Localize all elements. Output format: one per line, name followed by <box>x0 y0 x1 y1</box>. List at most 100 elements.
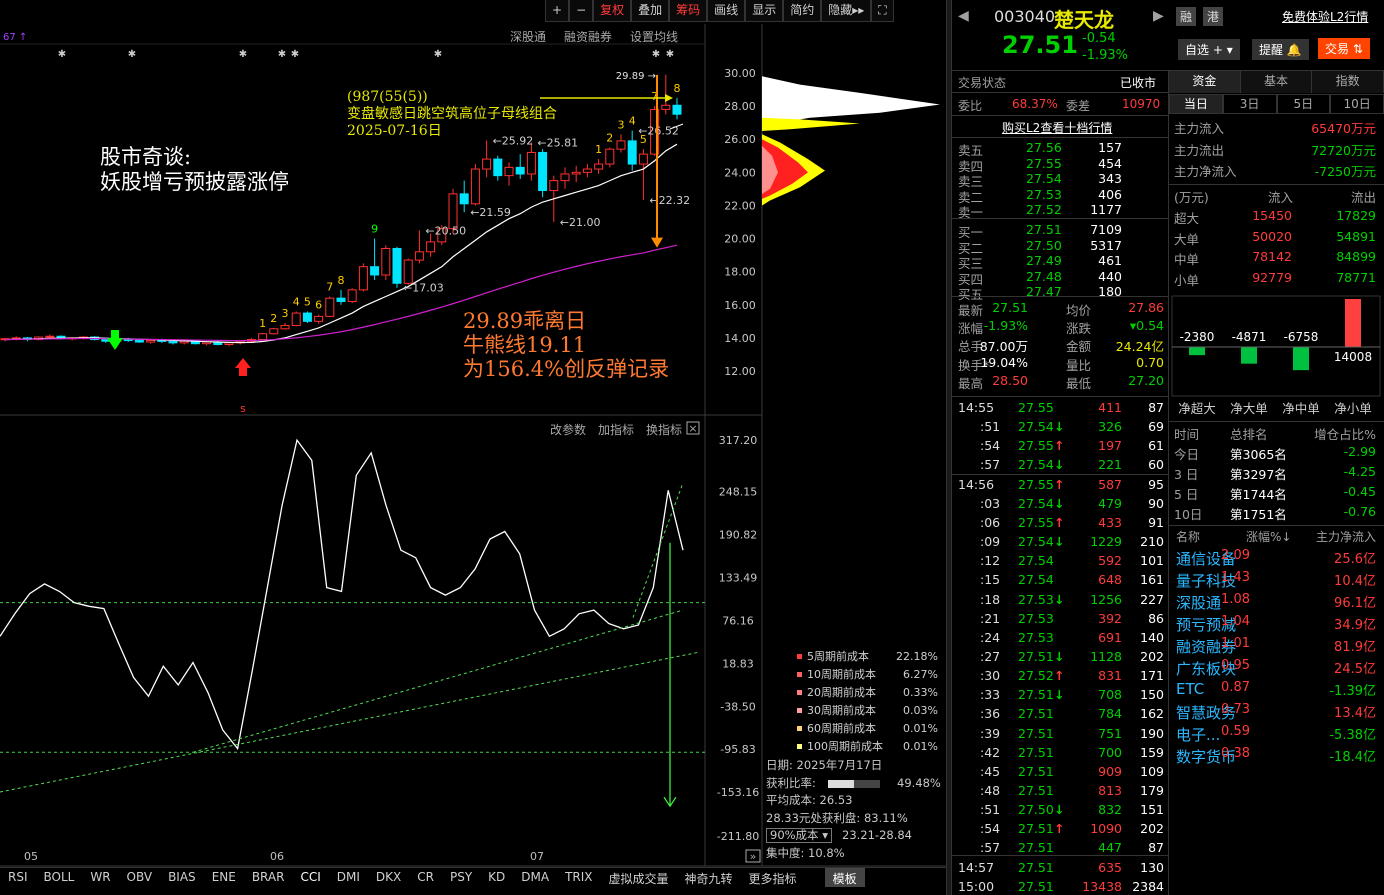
period-tab-3[interactable]: 10日 <box>1330 94 1384 114</box>
sector-row[interactable]: 智慧政务 0.73 13.4亿 <box>1174 702 1380 723</box>
sector-h-pct[interactable]: 涨幅%↓ <box>1246 528 1291 545</box>
edit-params-link[interactable]: 改参数 <box>550 421 586 438</box>
chip-button[interactable]: 筹码 <box>669 0 708 22</box>
down-arrow-icon: ↓ <box>1054 534 1065 550</box>
sector-row[interactable]: 量子科技 1.43 10.4亿 <box>1174 570 1380 591</box>
tick-time: :54 <box>980 438 1001 454</box>
sector-row[interactable]: 数字货币 0.38 -18.4亿 <box>1174 746 1380 767</box>
cost-percent-select[interactable]: 90%成本 ▾ <box>766 828 832 843</box>
add-indicator-link[interactable]: 加指标 <box>598 421 634 438</box>
switch-indicator-link[interactable]: 换指标 <box>646 421 682 438</box>
candle-body <box>358 266 368 291</box>
candle-body <box>627 140 637 165</box>
fund-tab-0[interactable]: 资金 <box>1169 71 1241 93</box>
indicator-tab-10[interactable]: CR <box>409 868 442 887</box>
nine-turn-label: 3 <box>282 307 289 320</box>
sector-row[interactable]: 预亏预减 1.04 34.9亿 <box>1174 614 1380 635</box>
hide-button[interactable]: 隐藏▸▸ <box>821 0 872 22</box>
ma-settings-link[interactable]: 设置均线 <box>630 28 678 45</box>
indicator-tab-8[interactable]: DMI <box>329 868 368 887</box>
net-flow-bar <box>1189 347 1205 356</box>
up-arrow-icon: ↑ <box>1054 438 1065 454</box>
next-stock-icon[interactable]: ▶ <box>1153 8 1164 24</box>
indicator-tab-4[interactable]: BIAS <box>160 868 204 887</box>
tick-time: :36 <box>980 706 1001 722</box>
candle-body <box>594 163 604 170</box>
indicator-tab-6[interactable]: BRAR <box>244 868 293 887</box>
ask-row: 卖五 27.56 157 <box>956 140 1168 158</box>
l2-buy-link[interactable]: 购买L2查看十档行情 <box>1002 119 1112 136</box>
tick-row: :09 27.54 ↓ 1229 210 <box>958 534 1168 553</box>
ob-price: 27.54 <box>1026 171 1062 187</box>
tick-price: 27.51 <box>1018 840 1054 856</box>
net-flow-category: 净大单 <box>1230 401 1268 416</box>
indicator-tab-18[interactable]: 模板 <box>824 868 865 887</box>
indicator-tab-3[interactable]: OBV <box>119 868 161 887</box>
indicator-tab-0[interactable]: RSI <box>0 868 36 887</box>
sector-row[interactable]: 融资融券 1.01 81.9亿 <box>1174 636 1380 657</box>
indicator-tab-2[interactable]: WR <box>82 868 118 887</box>
zoom-in-button[interactable]: + <box>545 0 570 22</box>
adjust-button[interactable]: 复权 <box>593 0 632 22</box>
draw-line-button[interactable]: 画线 <box>707 0 746 22</box>
sector-row[interactable]: 电子... 0.59 -5.38亿 <box>1174 724 1380 745</box>
alert-button[interactable]: 提醒 🔔 <box>1252 39 1309 60</box>
indicator-tab-5[interactable]: ENE <box>204 868 244 887</box>
l2-trial-link[interactable]: 免费体验L2行情 <box>1282 8 1368 25</box>
tick-row: :54 27.51 ↑ 1090 202 <box>958 821 1168 840</box>
trade-status-label: 交易状态 <box>958 76 1007 90</box>
bid-row: 买一 27.51 7109 <box>956 222 1168 240</box>
sector-name[interactable]: 深股通 <box>1176 592 1221 613</box>
profit-ratio-label: 获利比率: <box>766 775 816 790</box>
tick-count: 109 <box>1140 763 1164 779</box>
flow-value: 72720万元 <box>1311 142 1376 158</box>
indicator-tab-12[interactable]: KD <box>480 868 513 887</box>
indicator-tab-15[interactable]: 虚拟成交量 <box>601 868 677 887</box>
sgt-link[interactable]: 深股通 <box>510 28 546 45</box>
sector-pct: 0.95 <box>1221 658 1250 673</box>
margin-link[interactable]: 融资融券 <box>564 28 612 45</box>
period-tab-0[interactable]: 当日 <box>1169 94 1223 114</box>
sell-signal-icon <box>107 338 123 350</box>
watchlist-button[interactable]: 自选 + ▾ <box>1178 39 1240 60</box>
chart-area[interactable]: 1 2 3 4 5 6 7 8 9 1 2 3 4 5 7 8 ←25.92 ←25.81 ←26.52 ←21.59… <box>0 0 946 895</box>
tick-count: 87 <box>1148 840 1164 856</box>
candle-body <box>549 180 559 192</box>
cci-axis-label: 76.16 <box>722 614 754 627</box>
prev-stock-icon[interactable]: ◀ <box>958 8 969 24</box>
overlay-button[interactable]: 叠加 <box>631 0 670 22</box>
zoom-out-button[interactable]: − <box>569 0 594 22</box>
month-label: 07 <box>530 850 544 863</box>
indicator-tab-14[interactable]: TRIX <box>557 868 600 887</box>
fullscreen-icon[interactable]: ⛶ <box>871 0 894 22</box>
nine-turn-label: 5 <box>304 295 311 308</box>
nine-turn-label: 3 <box>618 118 625 131</box>
trade-button[interactable]: 交易 ⇅ <box>1318 38 1370 59</box>
period-tab-2[interactable]: 5日 <box>1276 94 1331 114</box>
indicator-tab-9[interactable]: DKX <box>368 868 409 887</box>
display-button[interactable]: 显示 <box>745 0 784 22</box>
event-marker-icon: ✱ <box>239 49 247 60</box>
sector-row[interactable]: 深股通 1.08 96.1亿 <box>1174 592 1380 613</box>
candle-body <box>482 158 492 170</box>
fund-tab-2[interactable]: 指数 <box>1312 71 1384 93</box>
period-tab-1[interactable]: 3日 <box>1222 94 1277 114</box>
indicator-tab-16[interactable]: 神奇九转 <box>677 868 741 887</box>
sector-row[interactable]: 广东板块 0.95 24.5亿 <box>1174 658 1380 679</box>
indicator-tab-11[interactable]: PSY <box>442 868 480 887</box>
indicator-tab-1[interactable]: BOLL <box>36 868 83 887</box>
sector-row[interactable]: 通信设备 2.09 25.6亿 <box>1174 548 1380 569</box>
tick-price: 27.54 <box>1018 419 1054 435</box>
simple-button[interactable]: 简约 <box>783 0 822 22</box>
indicator-tab-7[interactable]: CCI <box>292 868 328 887</box>
indicator-tab-17[interactable]: 更多指标 <box>741 868 805 887</box>
tick-count: 2384 <box>1132 878 1164 894</box>
scroll-right-icon: » <box>750 850 757 863</box>
indicator-tab-13[interactable]: DMA <box>513 868 557 887</box>
candle-body <box>325 297 335 317</box>
fund-tab-1[interactable]: 基本 <box>1240 71 1313 93</box>
sector-name[interactable]: ETC <box>1176 680 1204 698</box>
sector-name[interactable]: 电子... <box>1176 724 1220 745</box>
sector-row[interactable]: ETC 0.87 -1.39亿 <box>1174 680 1380 701</box>
candle-body <box>258 333 268 341</box>
